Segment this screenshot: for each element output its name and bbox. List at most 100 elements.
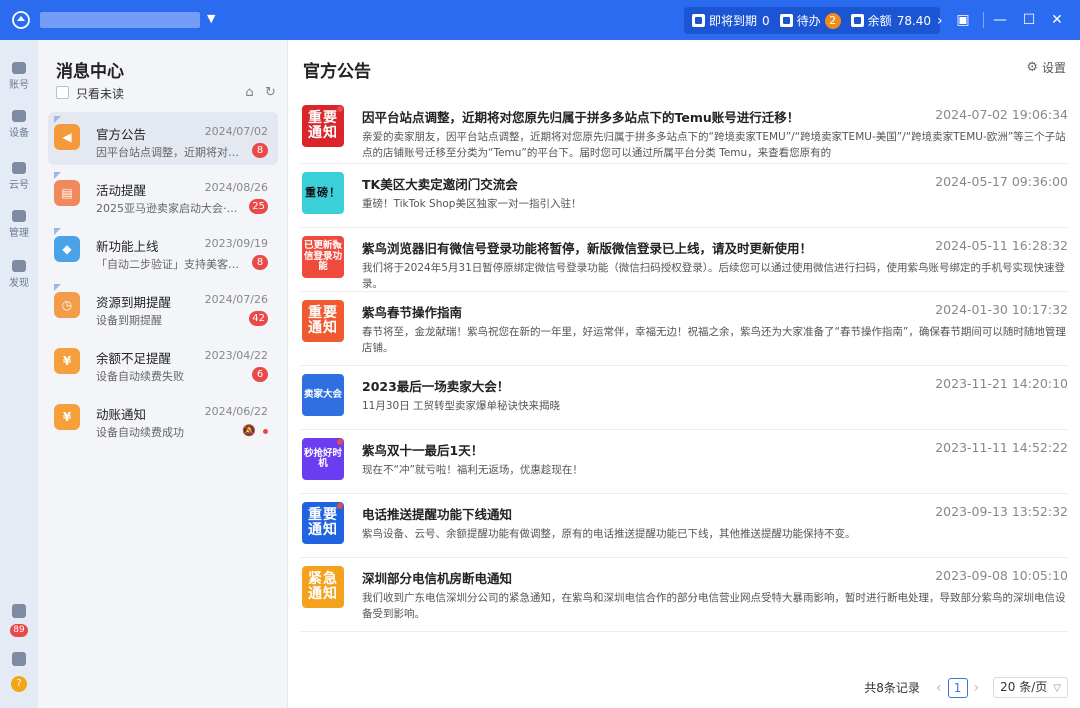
tools-button[interactable] (0, 604, 38, 621)
maximize-icon[interactable]: ☐ (1020, 11, 1038, 29)
settings-button[interactable] (0, 652, 38, 669)
todo-count-badge: 2 (824, 12, 841, 29)
rail-item-label: 发现 (9, 278, 29, 289)
unread-corner-marker (54, 284, 61, 291)
notice-title: 紫鸟春节操作指南 (362, 305, 463, 320)
expiring-label: 即将到期 (709, 14, 758, 28)
thumbnail-text: 重要通知 (308, 304, 338, 336)
rail-item-device[interactable]: 设备 (0, 110, 38, 139)
unread-dot (337, 237, 343, 243)
megaphone-icon: ◀ (54, 124, 80, 150)
cube-icon: ◆ (54, 236, 80, 262)
notice-thumbnail: 重要通知 (302, 105, 344, 147)
thumbnail-text: 卖家大会 (303, 388, 342, 400)
rail-item-manage[interactable]: 管理 (0, 210, 38, 239)
notice-thumbnail: 重要通知 (302, 502, 344, 544)
notice-body: 我们将于2024年5月31日暂停原绑定微信号登录功能（微信扫码授权登录）。后续您… (362, 262, 1066, 290)
notice-body: 亲爱的卖家朋友，因平台站点调整，近期将对您原先归属于拼多多站点下的“跨境卖家TE… (362, 131, 1066, 159)
unread-dot (337, 503, 343, 509)
notice-time: 2023-11-11 14:52:22 (935, 440, 1068, 455)
notice-item[interactable]: 重要通知 电话推送提醒功能下线通知 2023-09-13 13:52:32 紫鸟… (300, 494, 1068, 558)
todo-icon (779, 14, 793, 27)
unread-only-label[interactable]: 只看未读 (76, 85, 124, 102)
notice-thumbnail: 秒抢好时机 (302, 438, 344, 480)
total-records: 共8条记录 (864, 681, 920, 695)
rail-item-account[interactable]: 账号 (0, 62, 38, 91)
notice-item[interactable]: 已更新微信登录功能 紫鸟浏览器旧有微信号登录功能将暂停，新版微信登录已上线，请及… (300, 228, 1068, 292)
mute-bell-icon[interactable]: 🔕 (242, 424, 256, 437)
notice-title: 因平台站点调整，近期将对您原先归属于拼多多站点下的Temu账号进行迁移！ (362, 110, 800, 125)
notice-time: 2023-09-08 10:05:10 (935, 568, 1068, 583)
rail-item-label: 设备 (9, 128, 29, 139)
thumbnail-text: 重要通知 (308, 506, 338, 538)
rail-item-cloud[interactable]: 云号 (0, 162, 38, 191)
notice-thumbnail: 卖家大会 (302, 374, 344, 416)
balance-label: 余额 (867, 14, 892, 28)
status-pill[interactable]: 即将到期 0 待办 2 余额 78.40 › (684, 7, 943, 34)
category-item[interactable]: ◷ 资源到期提醒 2024/07/26 设备到期提醒 42 (48, 280, 278, 333)
thumbnail-text: 秒抢好时机 (303, 447, 342, 469)
notice-title: 紫鸟双十一最后1天！ (362, 443, 484, 458)
category-date: 2024/07/26 (204, 293, 268, 306)
refresh-icon[interactable]: ↻ (263, 85, 278, 100)
compass-icon (12, 260, 26, 272)
title-bar: ▼ 即将到期 0 待办 2 余额 78.40 › ▣ — ☐ ✕ (0, 0, 1080, 40)
notice-thumbnail: 已更新微信登录功能 (302, 236, 344, 278)
account-name[interactable] (40, 12, 200, 28)
expiring-status[interactable]: 即将到期 0 (692, 12, 770, 29)
notice-item[interactable]: 卖家大会 2023最后一场卖家大会！ 2023-11-21 14:20:10 1… (300, 366, 1068, 430)
alarm-clock-icon: ◷ (54, 292, 80, 318)
category-date: 2023/09/19 (204, 237, 268, 250)
pin-icon[interactable]: ▣ (954, 11, 972, 29)
notice-item[interactable]: 秒抢好时机 紫鸟双十一最后1天！ 2023-11-11 14:52:22 现在不… (300, 430, 1068, 494)
rail-item-label: 账号 (9, 80, 29, 91)
todo-status[interactable]: 待办 2 (779, 12, 841, 29)
notice-item[interactable]: 重要通知 因平台站点调整，近期将对您原先归属于拼多多站点下的Temu账号进行迁移… (300, 97, 1068, 164)
notice-item[interactable]: 重磅！ TK美区大卖定邀闭门交流会 2024-05-17 09:36:00 重磅… (300, 164, 1068, 228)
close-icon[interactable]: ✕ (1048, 11, 1066, 29)
notice-item[interactable]: 重要通知 紫鸟春节操作指南 2024-01-30 10:17:32 春节将至，金… (300, 292, 1068, 366)
unread-dot (337, 106, 343, 112)
coin-icon: ¥ (54, 348, 80, 374)
chevron-down-icon: ▽ (1053, 683, 1061, 694)
unread-only-checkbox[interactable] (56, 86, 69, 99)
account-dropdown-icon[interactable]: ▼ (207, 12, 215, 25)
divider (983, 12, 984, 28)
page-number-button[interactable]: 1 (947, 677, 968, 698)
category-item[interactable]: ¥ 余额不足提醒 2023/04/22 设备自动续费失败 6 (48, 336, 278, 389)
category-item[interactable]: ◀ 官方公告 2024/07/02 因平台站点调整，近期将对您... 8 (48, 112, 278, 165)
unread-badge: 6 (252, 367, 268, 382)
support-icon[interactable]: ? (11, 676, 27, 692)
mark-all-read-icon[interactable]: ⌂ (242, 85, 257, 100)
rail-item-discover[interactable]: 发现 (0, 260, 38, 289)
settings-button[interactable]: ⚙ 设置 (1026, 59, 1066, 76)
clock-icon (692, 14, 705, 27)
store-icon (12, 62, 26, 74)
expiring-count: 0 (762, 13, 770, 28)
notice-thumbnail: 紧急通知 (302, 566, 344, 608)
device-icon (12, 110, 26, 122)
category-item[interactable]: ◆ 新功能上线 2023/09/19 「自动二步验证」支持美客多... 8 (48, 224, 278, 277)
category-item[interactable]: ¥ 动账通知 2024/06/22 设备自动续费成功 🔕 (48, 392, 278, 445)
message-count-badge[interactable]: 89 (10, 624, 28, 637)
minimize-icon[interactable]: — (991, 11, 1009, 29)
page-size-select[interactable]: 20 条/页 ▽ (993, 677, 1068, 698)
category-preview: 因平台站点调整，近期将对您... (96, 146, 244, 159)
category-date: 2024/08/26 (204, 181, 268, 194)
notice-time: 2024-01-30 10:17:32 (935, 302, 1068, 317)
notice-time: 2024-05-11 16:28:32 (935, 238, 1068, 253)
gear-icon (12, 652, 26, 666)
balance-status[interactable]: 余额 78.40 › (850, 12, 943, 29)
category-name: 资源到期提醒 (96, 295, 172, 310)
next-page-icon[interactable]: › (974, 680, 980, 696)
message-center-panel: 消息中心 只看未读 ⌂ ↻ ◀ 官方公告 2024/07/02 因平台站点调整，… (38, 40, 288, 708)
settings-label: 设置 (1041, 61, 1066, 75)
prev-page-icon[interactable]: ‹ (936, 680, 942, 696)
notice-body: 重磅！TikTok Shop美区独家一对一指引入驻！ (362, 198, 582, 210)
notice-title: 紫鸟浏览器旧有微信号登录功能将暂停，新版微信登录已上线，请及时更新使用！ (362, 241, 813, 256)
left-rail: 账号 设备 云号 管理 发现 89 ? (0, 40, 38, 708)
page-size-value: 20 条/页 (1000, 680, 1048, 694)
notice-item[interactable]: 紧急通知 深圳部分电信机房断电通知 2023-09-08 10:05:10 我们… (300, 558, 1068, 632)
category-item[interactable]: ▤ 活动提醒 2024/08/26 2025亚马逊卖家启动大会·深... 25 (48, 168, 278, 221)
pagination: 共8条记录 ‹ 1 › 20 条/页 ▽ (864, 677, 1068, 698)
